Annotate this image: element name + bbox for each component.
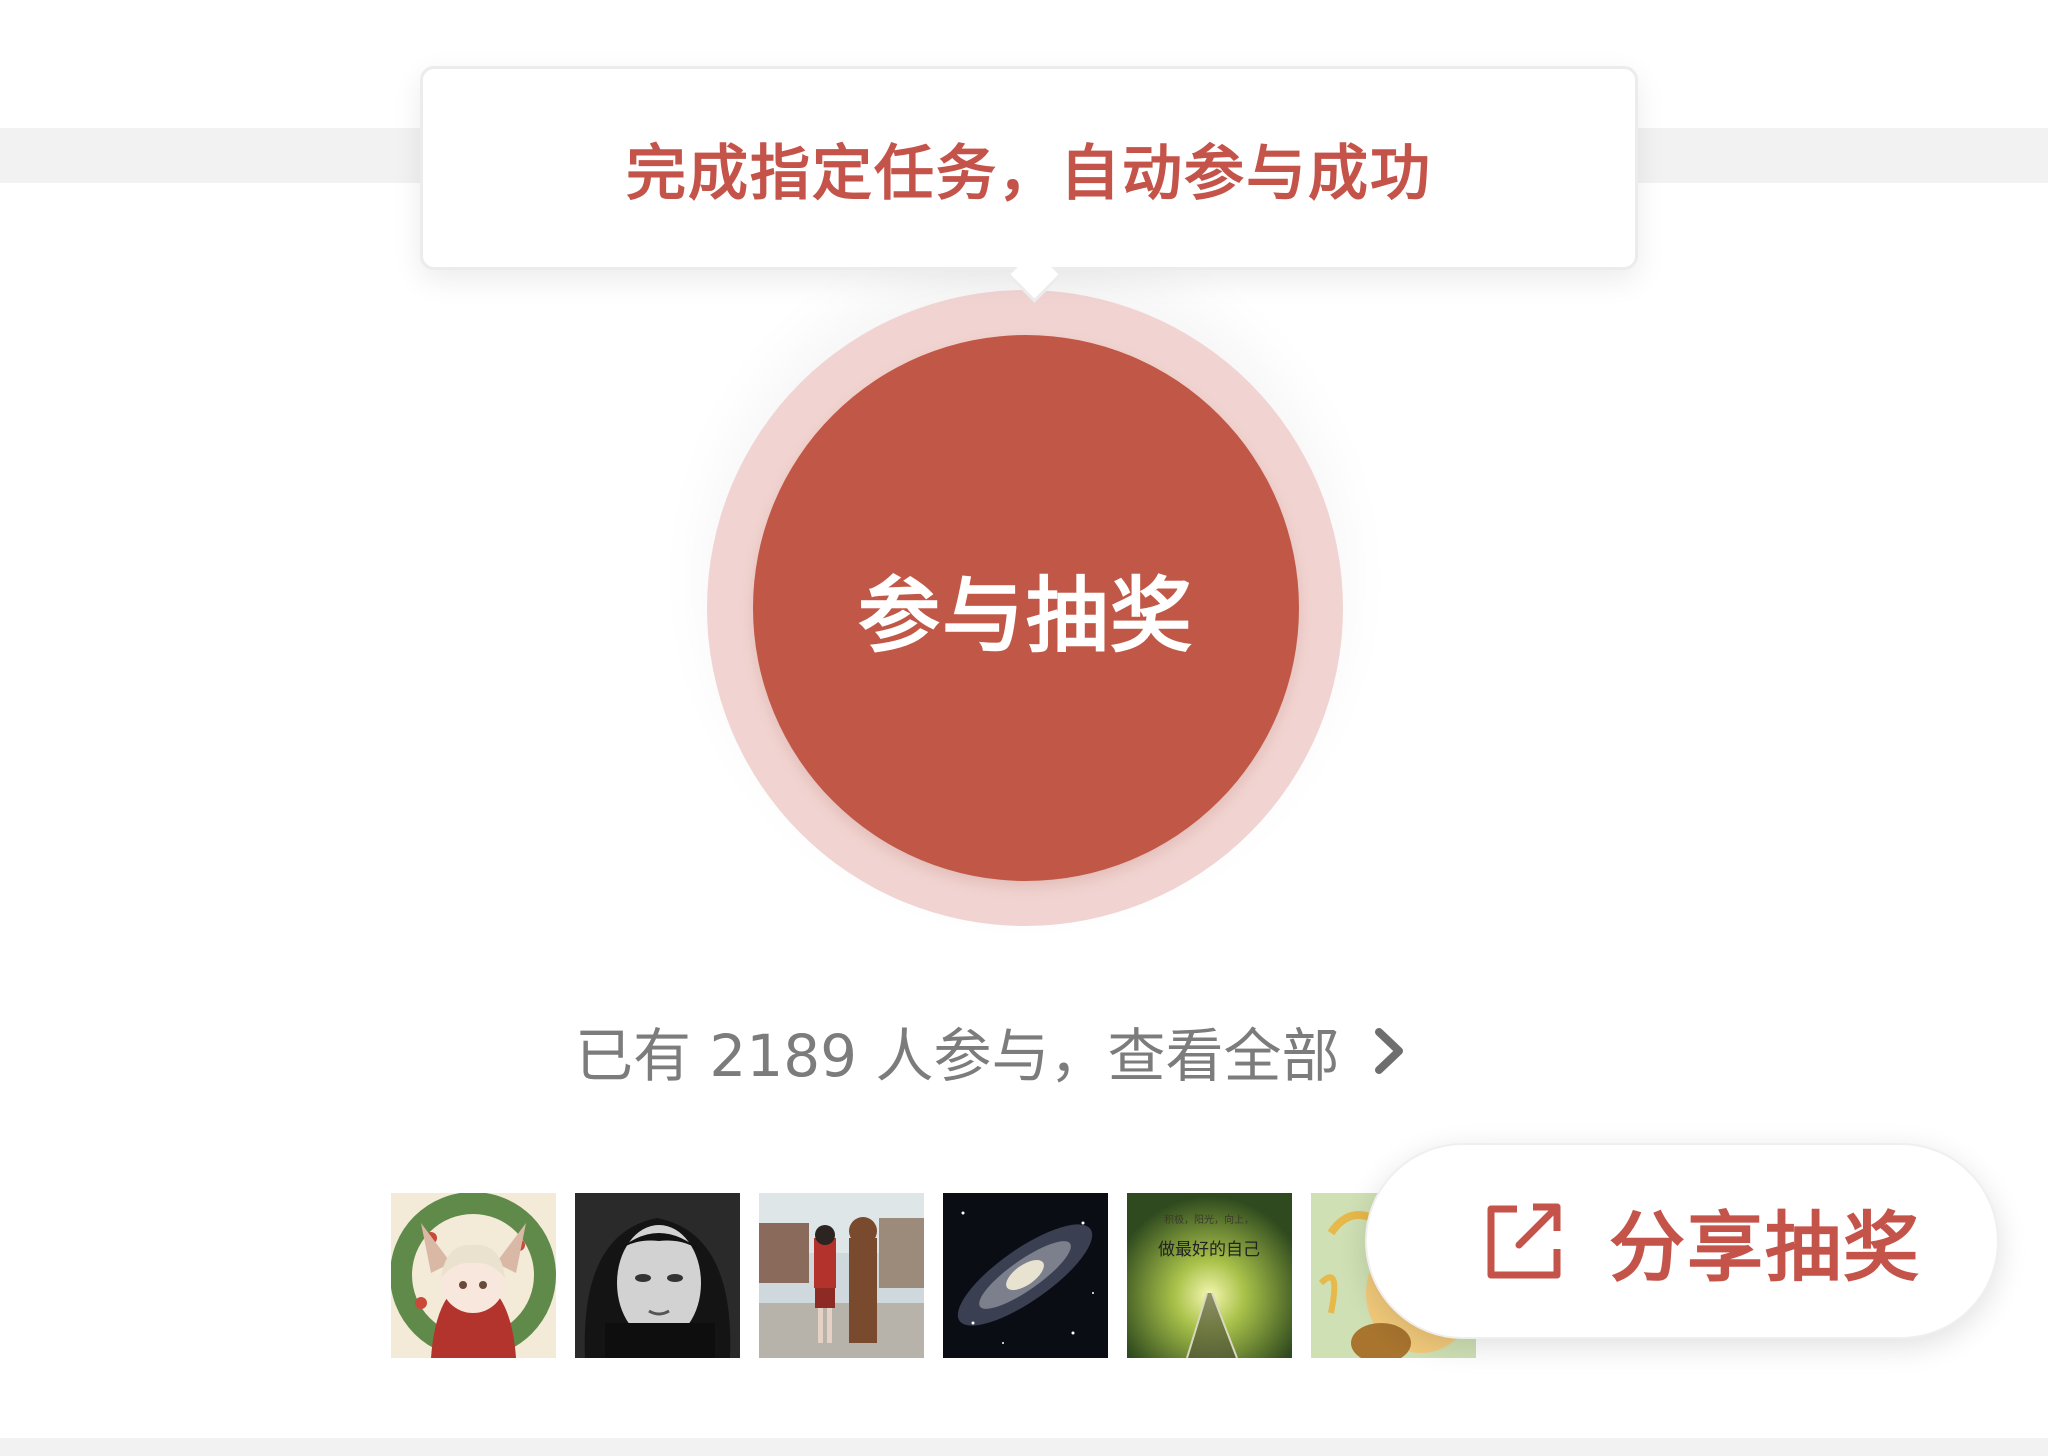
avatar-bw-portrait[interactable] <box>575 1193 740 1358</box>
hint-tooltip-text: 完成指定任务，自动参与成功 <box>626 138 1432 209</box>
avatar-text-line1: 积极，阳光，向上， <box>1164 1213 1254 1226</box>
hint-tooltip: 完成指定任务，自动参与成功 <box>420 66 1638 270</box>
footer-divider-band <box>0 1438 2048 1456</box>
share-icon <box>1483 1199 1565 1283</box>
join-lottery-button[interactable]: 参与抽奖 <box>753 335 1299 881</box>
share-lottery-label: 分享抽奖 <box>1609 1203 1921 1292</box>
avatar-galaxy[interactable] <box>943 1193 1108 1358</box>
join-lottery-label: 参与抽奖 <box>857 570 1194 662</box>
share-lottery-button[interactable]: 分享抽奖 <box>1365 1143 1999 1339</box>
participants-count-text: 已有 2189 人参与，查看全部 <box>575 1022 1340 1090</box>
avatar-anime-wreath[interactable] <box>391 1193 556 1358</box>
avatar-railway-sunrise[interactable]: 积极，阳光，向上， 做最好的自己 <box>1127 1193 1292 1358</box>
chevron-right-icon <box>1369 1026 1409 1076</box>
view-all-participants-link[interactable]: 已有 2189 人参与，查看全部 <box>575 1010 1409 1092</box>
participant-avatars: 积极，阳光，向上， 做最好的自己 <box>391 1193 1476 1358</box>
avatar-text-line2: 做最好的自己 <box>1158 1240 1260 1260</box>
avatar-couple-outdoors[interactable] <box>759 1193 924 1358</box>
lottery-page: 完成指定任务，自动参与成功 参与抽奖 已有 2189 人参与，查看全部 积极，阳… <box>0 0 2048 1456</box>
